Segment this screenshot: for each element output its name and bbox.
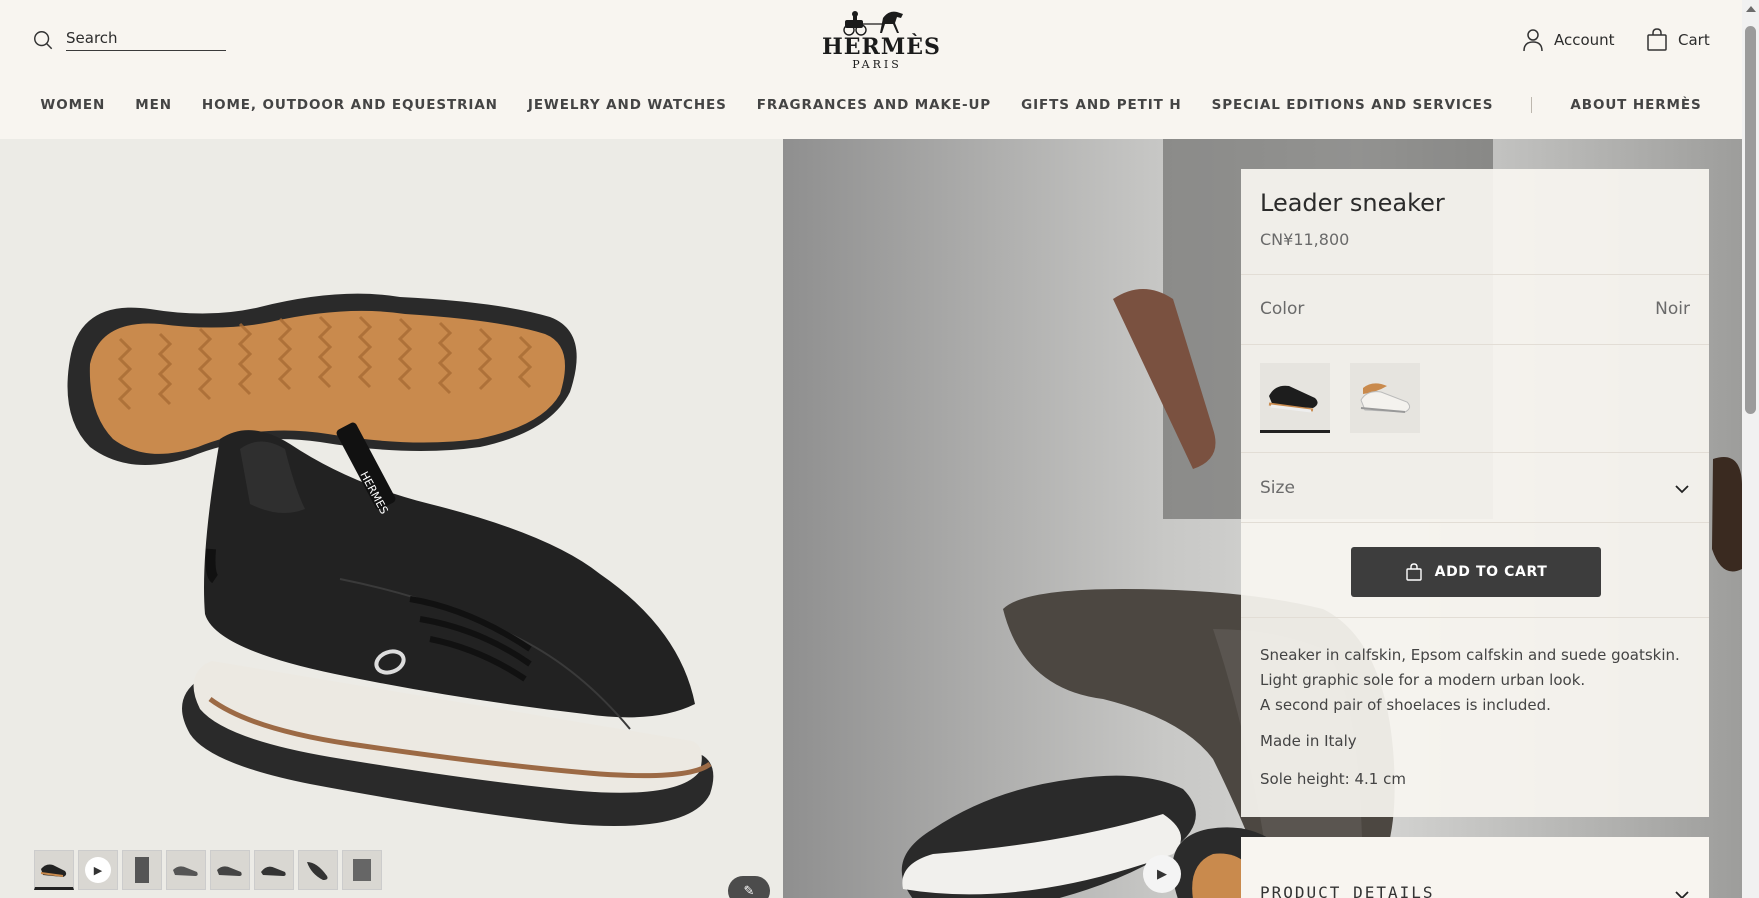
- nav-item-men[interactable]: MEN: [135, 97, 172, 113]
- color-swatch-white[interactable]: [1350, 363, 1420, 433]
- thumbnail-strip: ▶: [34, 850, 382, 890]
- white-sneaker-swatch-icon: [1360, 383, 1411, 413]
- sneaker-thumb-icon: [217, 866, 242, 876]
- nav-item-women[interactable]: WOMEN: [40, 97, 105, 113]
- sole-height: Sole height: 4.1 cm: [1260, 770, 1406, 788]
- product-info-panel: Leader sneaker CN¥11,800 Color Noir Size…: [1241, 169, 1709, 817]
- search-input[interactable]: [66, 29, 226, 51]
- sneaker-thumb-icon: [261, 866, 286, 876]
- product-description: Sneaker in calfskin, Epsom calfskin and …: [1260, 643, 1680, 718]
- play-icon: ▶: [1157, 866, 1167, 882]
- carriage-logo-icon: [843, 11, 903, 36]
- description-line: A second pair of shoelaces is included.: [1260, 696, 1551, 714]
- sneaker-pair-image: HERMES: [67, 293, 714, 826]
- nav-item-jewelry[interactable]: JEWELRY AND WATCHES: [528, 97, 727, 113]
- color-swatch-noir[interactable]: [1260, 363, 1330, 433]
- cart-label: Cart: [1678, 31, 1710, 49]
- nav-item-special-editions[interactable]: SPECIAL EDITIONS AND SERVICES: [1212, 97, 1494, 113]
- description-line: Light graphic sole for a modern urban lo…: [1260, 671, 1586, 689]
- model-thumb-icon: [135, 857, 149, 883]
- add-to-cart-button[interactable]: ADD TO CART: [1351, 547, 1601, 597]
- black-sneaker-swatch-icon: [1268, 385, 1318, 413]
- thumbnail-8[interactable]: [342, 850, 382, 890]
- magic-wand-icon: ✎: [743, 883, 755, 898]
- scrollbar-thumb[interactable]: [1745, 26, 1756, 414]
- search-icon[interactable]: [32, 29, 54, 51]
- divider: [1241, 452, 1709, 453]
- thumbnail-7[interactable]: [298, 850, 338, 890]
- shopping-bag-icon: [1405, 563, 1422, 581]
- logo-wordmark: HERMÈS: [822, 34, 941, 60]
- video-play-button[interactable]: ▶: [1143, 855, 1181, 893]
- nav-item-about[interactable]: ABOUT HERMÈS: [1570, 97, 1701, 113]
- thumbnail-4[interactable]: [166, 850, 206, 890]
- sneaker-sole-view: [67, 293, 577, 465]
- thumbnail-2-video[interactable]: ▶: [78, 850, 118, 890]
- page-scrollbar[interactable]: [1742, 0, 1759, 898]
- add-to-cart-label: ADD TO CART: [1434, 564, 1548, 580]
- product-title: Leader sneaker: [1260, 189, 1445, 217]
- divider: [1241, 617, 1709, 618]
- chevron-down-icon[interactable]: [1674, 481, 1690, 497]
- made-in: Made in Italy: [1260, 732, 1357, 750]
- account-icon: [1523, 29, 1543, 52]
- chevron-down-icon: [1675, 891, 1689, 898]
- sneaker-side-view: HERMES: [182, 422, 714, 826]
- search-box[interactable]: [32, 29, 226, 51]
- nav-item-home-outdoor[interactable]: HOME, OUTDOOR AND EQUESTRIAN: [202, 97, 498, 113]
- color-label: Color: [1260, 299, 1305, 319]
- description-line: Sneaker in calfskin, Epsom calfskin and …: [1260, 646, 1680, 664]
- nav-item-gifts[interactable]: GIFTS AND PETIT H: [1021, 97, 1181, 113]
- size-selector[interactable]: Size: [1260, 478, 1295, 498]
- cart-link[interactable]: Cart: [1646, 28, 1710, 52]
- play-icon: ▶: [85, 857, 111, 883]
- thumbnail-5[interactable]: [210, 850, 250, 890]
- scroll-up-arrow-icon[interactable]: [1746, 6, 1756, 12]
- product-details-label: PRODUCT DETAILS: [1260, 883, 1435, 898]
- model-thumb-icon: [353, 859, 371, 881]
- magic-wand-button[interactable]: ✎: [728, 876, 770, 898]
- sneaker-thumb-icon: [307, 862, 328, 880]
- product-image-main[interactable]: HERMES: [0, 139, 783, 898]
- nav-item-fragrances[interactable]: FRAGRANCES AND MAKE-UP: [757, 97, 991, 113]
- main-navigation: WOMEN MEN HOME, OUTDOOR AND EQUESTRIAN J…: [0, 97, 1742, 113]
- product-price: CN¥11,800: [1260, 230, 1350, 249]
- account-link[interactable]: Account: [1522, 28, 1615, 52]
- thumbnail-6[interactable]: [254, 850, 294, 890]
- divider: [1241, 344, 1709, 345]
- account-label: Account: [1554, 31, 1615, 49]
- divider: [1241, 522, 1709, 523]
- nav-divider: [1531, 97, 1533, 113]
- sneaker-thumb-icon: [40, 864, 67, 877]
- product-details-accordion[interactable]: PRODUCT DETAILS: [1241, 837, 1709, 898]
- thumbnail-1[interactable]: [34, 850, 74, 890]
- thumbnail-3[interactable]: [122, 850, 162, 890]
- site-header: HERMÈS PARIS Account Cart WOMEN MEN HOME…: [0, 0, 1742, 139]
- sneaker-thumb-icon: [173, 866, 198, 876]
- color-value: Noir: [1655, 299, 1690, 319]
- hermes-logo[interactable]: HERMÈS PARIS: [822, 8, 941, 71]
- shopping-bag-icon: [1647, 28, 1667, 51]
- divider: [1241, 274, 1709, 275]
